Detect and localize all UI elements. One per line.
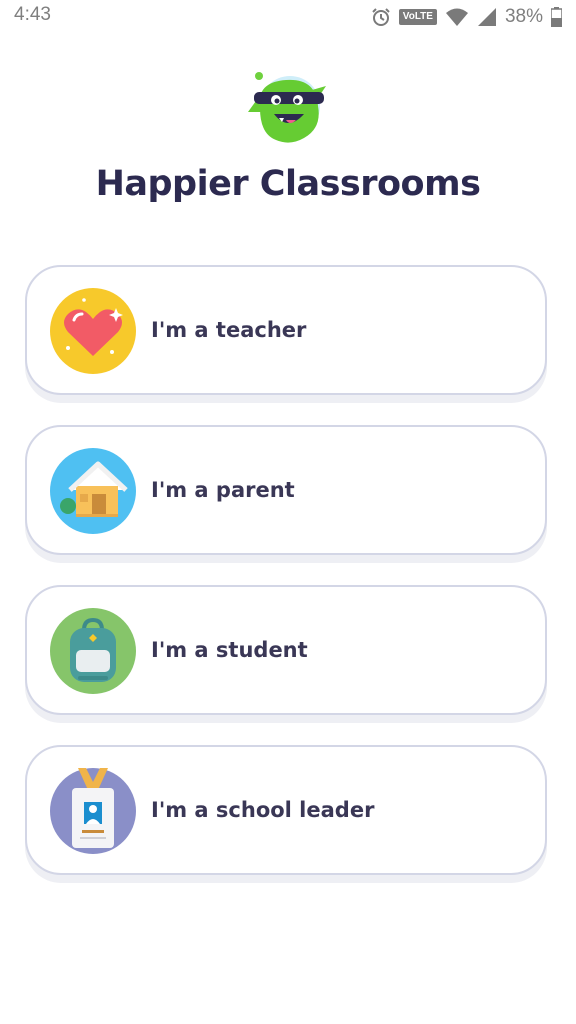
battery-percent: 38% (504, 6, 543, 27)
page-title: Happier Classrooms (95, 164, 481, 204)
role-label-school-leader: I'm a school leader (151, 798, 375, 822)
role-option-school-leader[interactable]: I'm a school leader (25, 745, 547, 875)
status-icons: VoLTE 38% (371, 5, 562, 29)
role-option-teacher[interactable]: I'm a teacher (25, 265, 547, 395)
heart-icon (50, 288, 136, 374)
battery-icon (551, 7, 562, 27)
status-time: 4:43 (14, 4, 51, 25)
cell-signal-icon (477, 8, 496, 26)
role-label-student: I'm a student (151, 638, 308, 662)
role-label-parent: I'm a parent (151, 478, 295, 502)
backpack-icon (50, 608, 136, 694)
role-option-student[interactable]: I'm a student (25, 585, 547, 715)
alarm-icon (372, 8, 390, 26)
volte-badge: VoLTE (398, 9, 437, 25)
classdojo-monster-logo-icon (248, 72, 326, 143)
house-icon (50, 448, 136, 534)
role-label-teacher: I'm a teacher (151, 318, 307, 342)
status-bar: 4:43 VoLTE 38% (0, 0, 576, 34)
role-option-parent[interactable]: I'm a parent (25, 425, 547, 555)
id-badge-icon (50, 768, 136, 854)
wifi-icon (445, 8, 468, 26)
